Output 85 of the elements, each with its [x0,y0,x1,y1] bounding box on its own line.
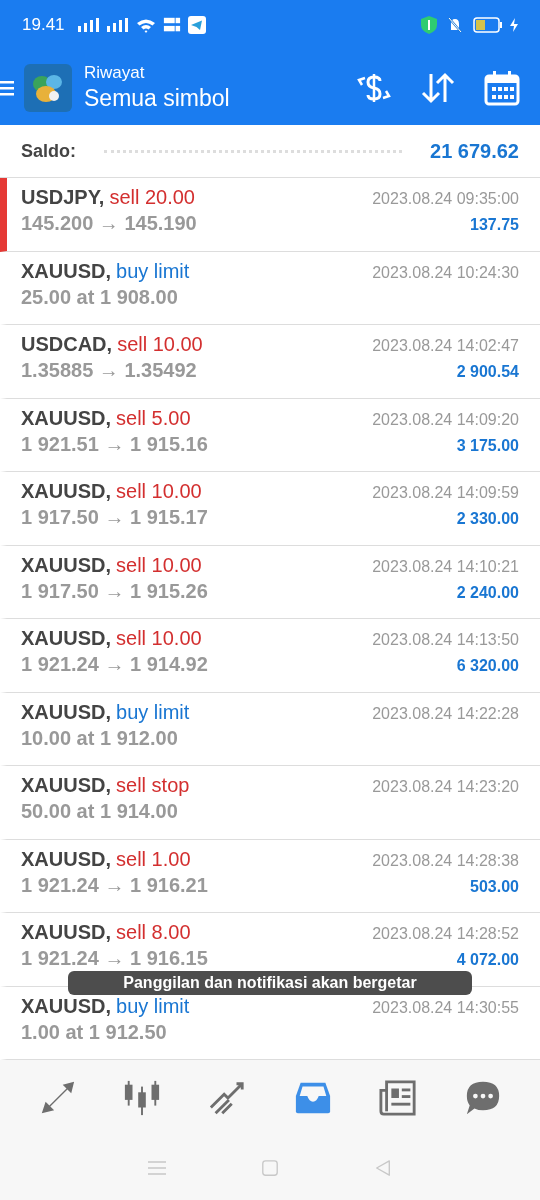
deal-row[interactable]: XAUUSD, buy limit 2023.08.24 14:22:28 10.00 at 1 912.00 [0,692,540,766]
deal-prices: 1 917.50 → 1 915.26 [21,579,208,603]
deal-row[interactable]: XAUUSD, sell 10.00 2023.08.24 14:09:59 1 917.50 → 1 915.17 2 330.00 [0,472,540,546]
deal-prices: 1 921.24 → 1 914.92 [21,653,208,676]
deal-prices: 1 921.24 → 1 916.21 [21,873,208,897]
balance-value: 21 679.62 [430,139,519,163]
candlestick-icon[interactable] [123,1078,161,1117]
deal-prices: 25.00 at 1 908.00 [21,285,178,309]
deal-symbol: XAUUSD, [21,700,111,724]
deal-prices: 1 921.51 → 1 915.16 [21,432,208,456]
deal-prices: 1.00 at 1 912.50 [21,1020,167,1044]
deal-time: 2023.08.24 14:28:38 [372,850,519,871]
order-type: buy limit [116,700,190,724]
deal-row[interactable]: XAUUSD, sell 1.00 2023.08.24 14:28:38 1 921.24 → 1 916.21 503.00 [0,839,540,913]
app-logo-icon [24,63,72,112]
deal-row[interactable]: XAUUSD, sell 10.00 2023.08.24 14:10:21 1 917.50 → 1 915.26 2 240.00 [0,545,540,619]
deal-time: 2023.08.24 09:35:00 [372,189,519,209]
deal-symbol: USDCAD, [21,333,113,356]
deal-symbol: XAUUSD, [21,406,111,430]
telegram-icon [187,16,206,34]
deal-row[interactable]: XAUUSD, sell 5.00 2023.08.24 14:09:20 1 921.51 → 1 915.16 3 175.00 [0,398,540,472]
newspaper-icon[interactable] [378,1078,417,1117]
deal-symbol: XAUUSD, [21,921,111,944]
deal-row[interactable]: USDCAD, sell 10.00 2023.08.24 14:02:47 1.35885 → 1.35492 2 900.54 [0,325,540,399]
order-type: sell 10.00 [116,627,202,650]
lte-icon [162,16,181,34]
order-type: buy limit [116,994,190,1018]
deal-time: 2023.08.24 14:28:52 [372,924,519,944]
order-type: sell 5.00 [116,406,191,430]
balance-label: Saldo: [21,140,76,162]
deal-prices: 1 917.50 → 1 915.17 [21,506,208,529]
deal-symbol: XAUUSD, [21,774,111,797]
order-type: sell 10.00 [116,553,202,577]
deal-profit: 4 072.00 [456,950,519,970]
deal-time: 2023.08.24 14:09:59 [372,483,519,503]
charging-icon [510,18,518,32]
deal-prices: 1.35885 → 1.35492 [21,359,197,382]
deal-symbol: XAUUSD, [21,553,111,577]
screen-subtitle: Riwayat [84,63,146,83]
deal-symbol: XAUUSD, [21,480,111,503]
vibration-toast: Panggilan dan notifikasi akan bergetar [68,971,472,995]
deal-row[interactable]: XAUUSD, sell stop 2023.08.24 14:23:20 50.00 at 1 914.00 [0,766,540,840]
deal-time: 2023.08.24 14:23:20 [372,777,519,797]
deal-profit: 2 330.00 [456,509,519,529]
order-type: buy limit [116,259,190,283]
deal-profit: 6 320.00 [456,656,519,676]
deal-time: 2023.08.24 14:02:47 [372,336,519,356]
menu-icon[interactable] [0,79,14,96]
deal-prices: 50.00 at 1 914.00 [21,800,178,823]
deal-row[interactable]: USDJPY, sell 20.00 2023.08.24 09:35:00 145.200 → 145.190 137.75 [0,178,540,252]
shield-icon [421,16,437,34]
deal-time: 2023.08.24 14:22:28 [372,703,519,724]
screen-title[interactable]: Semua simbol [84,85,356,112]
order-type: sell 1.00 [116,847,191,871]
deal-time: 2023.08.24 10:24:30 [372,262,519,283]
order-type: sell 20.00 [109,186,195,209]
deal-profit: 2 900.54 [456,362,519,382]
deal-symbol: USDJPY, [21,186,105,209]
calendar-icon[interactable] [484,69,520,106]
deal-row[interactable]: XAUUSD, sell 10.00 2023.08.24 14:13:50 1 921.24 → 1 914.92 6 320.00 [0,619,540,693]
order-type: sell 10.00 [117,333,203,356]
wifi-icon [135,17,156,33]
signal-icon [106,18,129,32]
deal-time: 2023.08.24 14:30:55 [372,997,519,1018]
deal-time: 2023.08.24 14:09:20 [372,409,519,430]
deal-prices: 10.00 at 1 912.00 [21,726,178,750]
deal-prices: 145.200 → 145.190 [21,212,197,235]
deal-symbol: XAUUSD, [21,259,111,283]
battery-icon [473,17,503,33]
deal-profit: 503.00 [470,876,519,897]
order-type: sell 10.00 [116,480,202,503]
clock-time: 19.41 [22,15,65,35]
deal-symbol: XAUUSD, [21,627,111,650]
order-type: sell 8.00 [116,921,191,944]
order-type: sell stop [116,774,190,797]
deal-time: 2023.08.24 14:10:21 [372,556,519,577]
deal-prices: 1 921.24 → 1 916.15 [21,947,208,970]
deal-profit: 137.75 [470,215,519,235]
deal-profit: 3 175.00 [456,435,519,456]
deal-symbol: XAUUSD, [21,847,111,871]
signal-icon [77,18,100,32]
deal-symbol: XAUUSD, [21,994,111,1018]
deal-profit: 2 240.00 [456,582,519,603]
deal-row[interactable]: XAUUSD, buy limit 2023.08.24 10:24:30 25.00 at 1 908.00 [0,251,540,325]
deal-time: 2023.08.24 14:13:50 [372,630,519,650]
